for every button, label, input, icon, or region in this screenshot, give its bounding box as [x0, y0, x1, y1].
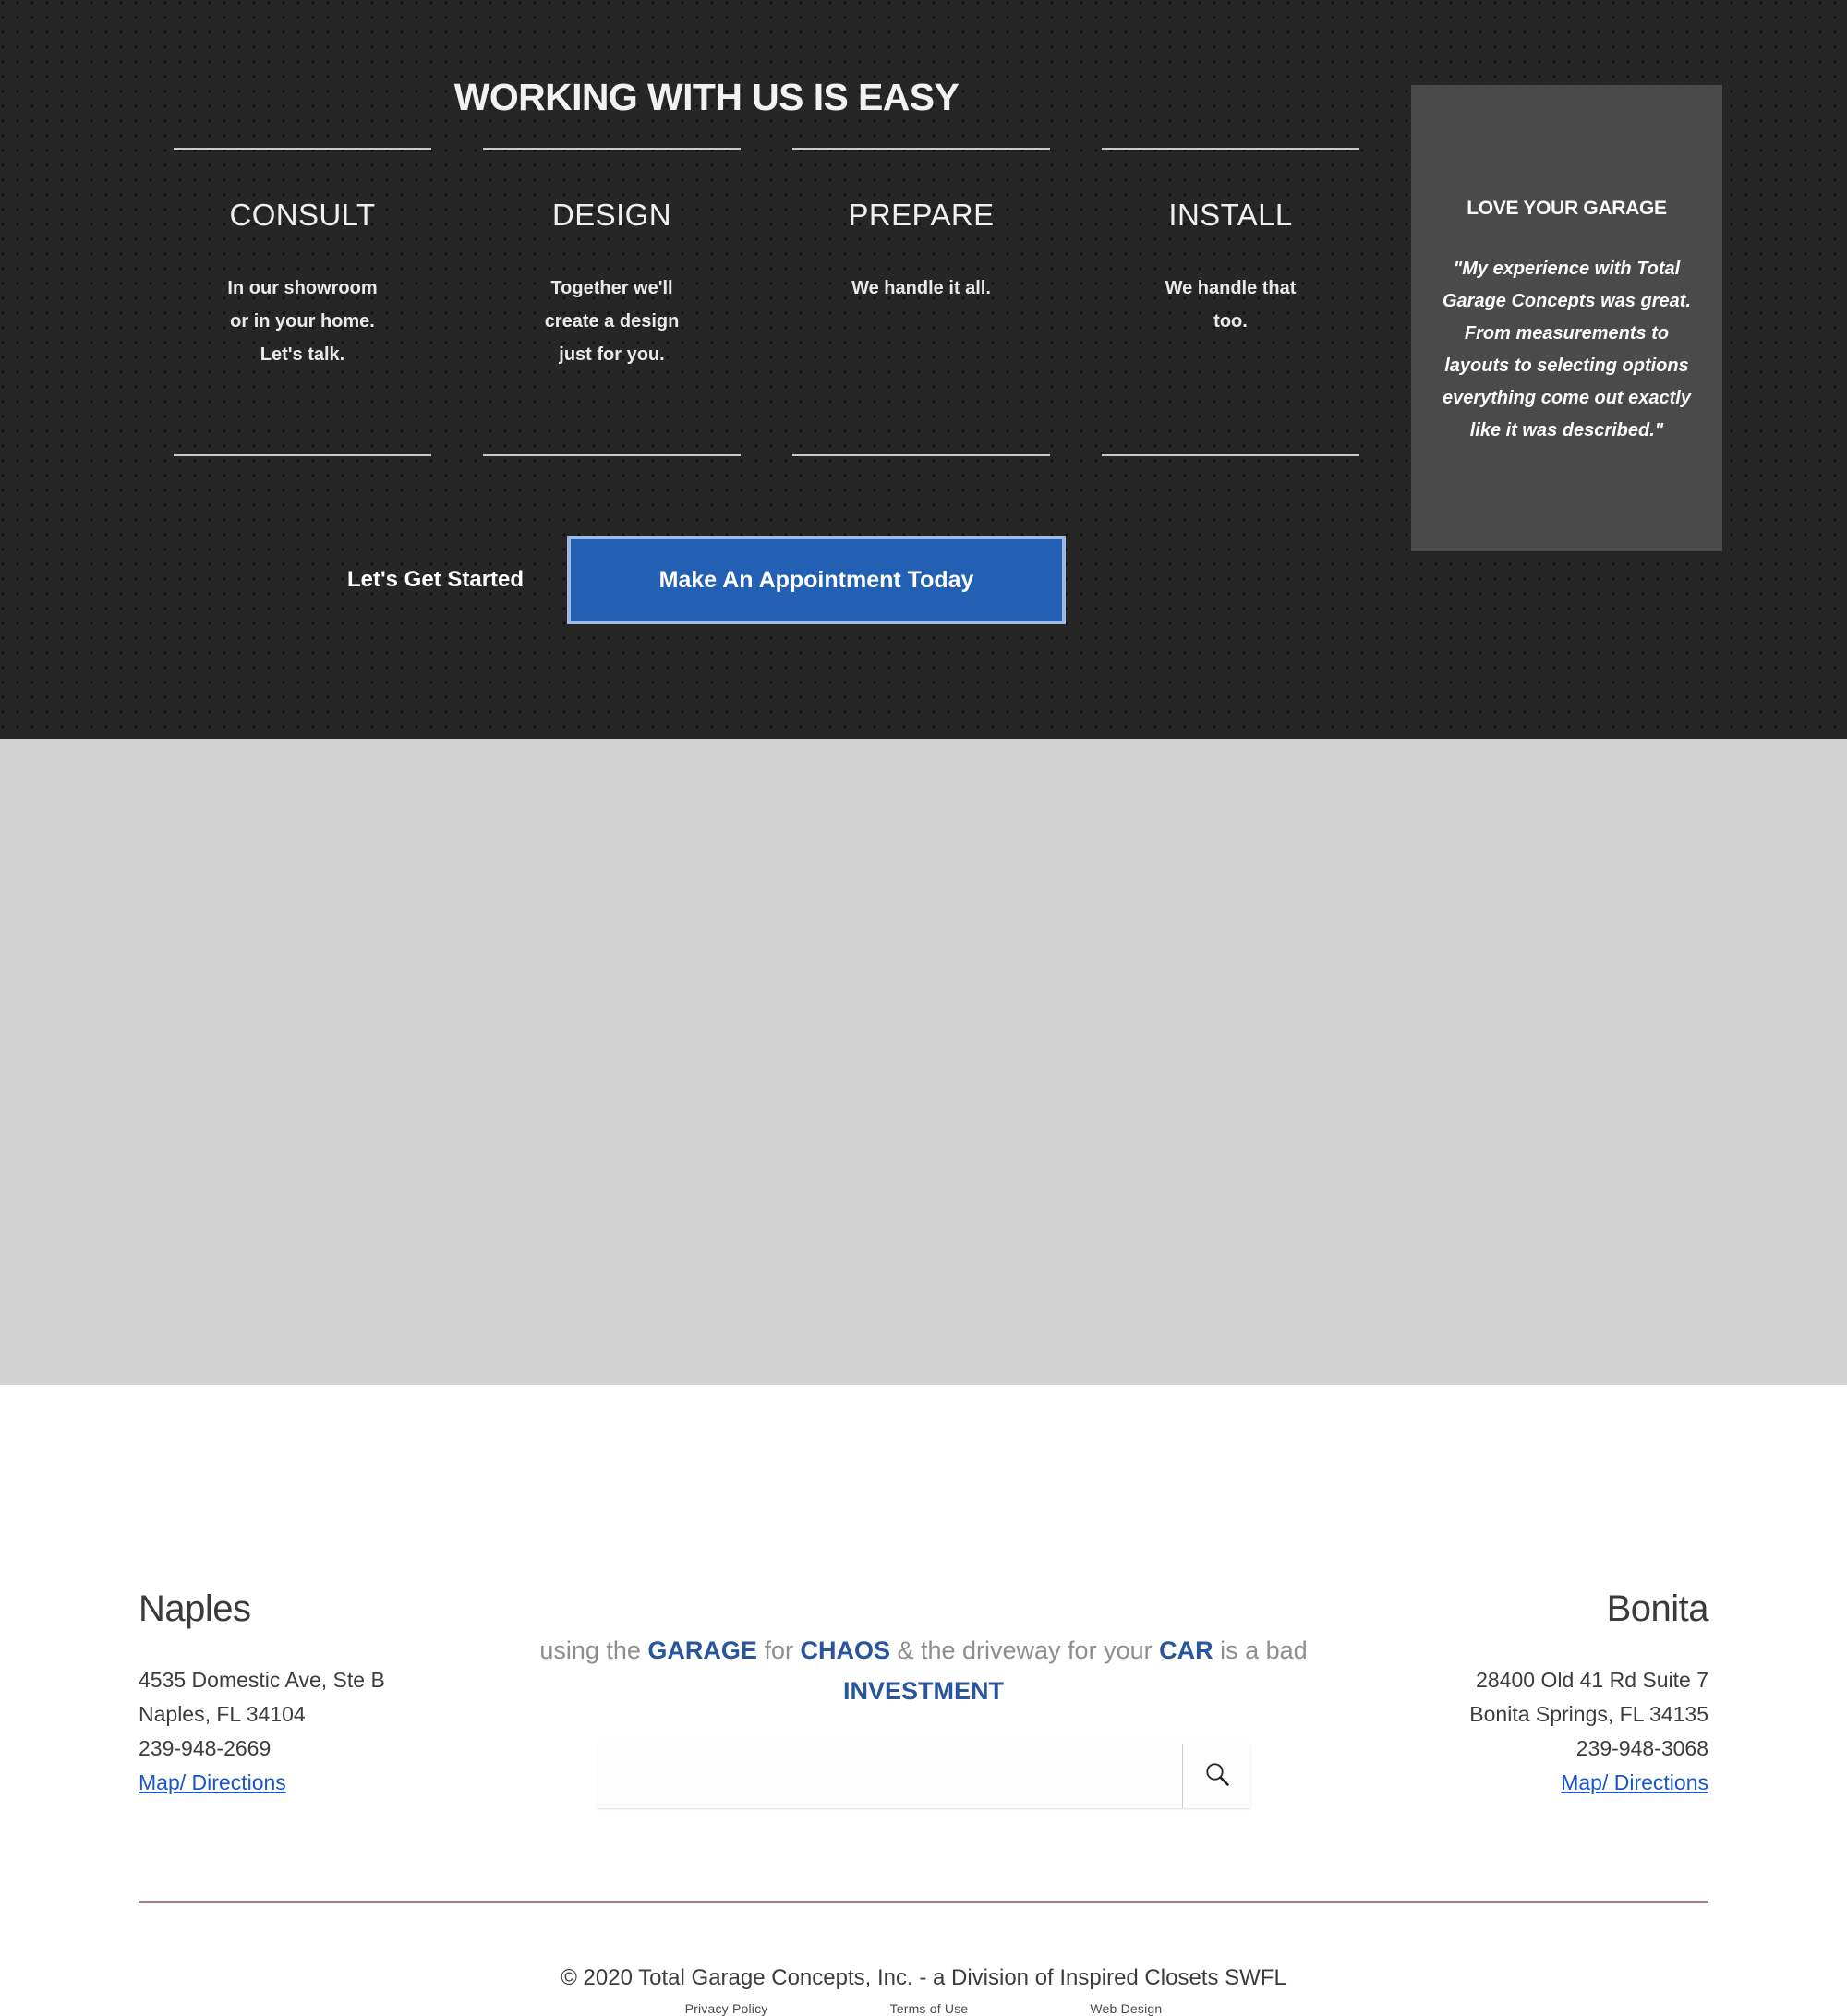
- step-body: CONSULT In our showroom or in your home.…: [164, 150, 441, 454]
- cta-lead-text: Let's Get Started: [346, 567, 525, 592]
- step-title: CONSULT: [229, 198, 376, 232]
- step-body: INSTALL We handle that too.: [1093, 150, 1369, 454]
- step-title: PREPARE: [848, 198, 995, 232]
- location-name: Bonita: [1606, 1588, 1709, 1629]
- step-description: We handle that too.: [1093, 272, 1369, 338]
- step-desc-line: Let's talk.: [260, 344, 345, 365]
- location-address-line2: Naples, FL 34104: [139, 1702, 306, 1726]
- step-desc-line: We handle that: [1165, 278, 1297, 298]
- terms-of-use-link[interactable]: Terms of Use: [890, 2001, 969, 2016]
- location-bonita: Bonita 28400 Old 41 Rd Suite 7 Bonita Sp…: [1469, 1588, 1708, 1800]
- step-install: INSTALL We handle that too.: [1076, 148, 1385, 456]
- footer-tagline: using the GARAGE for CHAOS & the drivewa…: [462, 1630, 1385, 1711]
- tagline-accent-investment: INVESTMENT: [842, 1677, 1004, 1705]
- step-desc-line: create a design: [544, 311, 680, 332]
- step-description: In our showroom or in your home. Let's t…: [164, 272, 441, 371]
- testimonial-panel: LOVE YOUR GARAGE "My experience with Tot…: [1411, 85, 1722, 551]
- web-design-link[interactable]: Web Design: [1090, 2001, 1162, 2016]
- location-address-line1: 4535 Domestic Ave, Ste B: [139, 1668, 385, 1692]
- step-desc-line: We handle it all.: [851, 278, 991, 298]
- map-directions-link-bonita[interactable]: Map/ Directions: [1469, 1766, 1708, 1800]
- location-name: Naples: [139, 1588, 251, 1629]
- step-design: DESIGN Together we'll create a design ju…: [457, 148, 767, 456]
- location-phone: 239-948-3068: [1575, 1736, 1708, 1760]
- tagline-text: using the: [539, 1636, 648, 1664]
- page-title: WORKING WITH US IS EASY: [453, 76, 960, 118]
- location-address-line2: Bonita Springs, FL 34135: [1469, 1702, 1708, 1726]
- testimonial-quote: "My experience with Total Garage Concept…: [1443, 259, 1691, 441]
- search-input[interactable]: [598, 1744, 1182, 1808]
- copyright-text: © 2020 Total Garage Concepts, Inc. - a D…: [561, 1965, 1286, 1990]
- tagline-text: is a bad: [1213, 1636, 1308, 1664]
- testimonial-title: LOVE YOUR GARAGE: [1467, 198, 1667, 219]
- step-desc-line: or in your home.: [230, 311, 375, 332]
- footer-divider: [139, 1901, 1708, 1903]
- location-address-line1: 28400 Old 41 Rd Suite 7: [1476, 1668, 1708, 1692]
- tagline-accent-garage: GARAGE: [647, 1636, 757, 1664]
- map-directions-link-naples[interactable]: Map/ Directions: [139, 1766, 385, 1800]
- search-icon: [1201, 1759, 1233, 1793]
- step-prepare: PREPARE We handle it all.: [767, 148, 1076, 456]
- step-description: We handle it all.: [783, 272, 1059, 305]
- search-button[interactable]: [1182, 1744, 1250, 1808]
- footer-links: Privacy Policy Terms of Use Web Design: [0, 2001, 1847, 2016]
- step-consult: CONSULT In our showroom or in your home.…: [148, 148, 457, 456]
- step-rule-bottom: [483, 454, 741, 456]
- tagline-accent-chaos: CHAOS: [800, 1636, 890, 1664]
- cta-row: Let's Get Started Make An Appointment To…: [0, 536, 1413, 624]
- make-appointment-button[interactable]: Make An Appointment Today: [567, 536, 1067, 624]
- location-phone: 239-948-2669: [139, 1736, 272, 1760]
- step-rule-bottom: [1102, 454, 1359, 456]
- step-body: PREPARE We handle it all.: [783, 150, 1059, 454]
- tagline-accent-car: CAR: [1159, 1636, 1213, 1664]
- step-desc-line: In our showroom: [227, 278, 378, 298]
- step-desc-line: Together we'll: [550, 278, 673, 298]
- step-rule-bottom: [792, 454, 1050, 456]
- step-body: DESIGN Together we'll create a design ju…: [474, 150, 750, 454]
- step-desc-line: just for you.: [559, 344, 665, 365]
- footer: Naples 4535 Domestic Ave, Ste B Naples, …: [0, 739, 1847, 2016]
- step-rule-bottom: [174, 454, 431, 456]
- search-bar: [598, 1744, 1250, 1808]
- step-title: INSTALL: [1168, 198, 1293, 232]
- steps-container: CONSULT In our showroom or in your home.…: [148, 148, 1385, 456]
- process-section: WORKING WITH US IS EASY CONSULT In our s…: [0, 0, 1847, 739]
- privacy-policy-link[interactable]: Privacy Policy: [685, 2001, 768, 2016]
- step-desc-line: too.: [1213, 311, 1248, 332]
- step-title: DESIGN: [552, 198, 671, 232]
- location-naples: Naples 4535 Domestic Ave, Ste B Naples, …: [139, 1588, 385, 1800]
- tagline-text: for: [756, 1636, 801, 1664]
- step-description: Together we'll create a design just for …: [474, 272, 750, 371]
- tagline-text: & the driveway for your: [889, 1636, 1160, 1664]
